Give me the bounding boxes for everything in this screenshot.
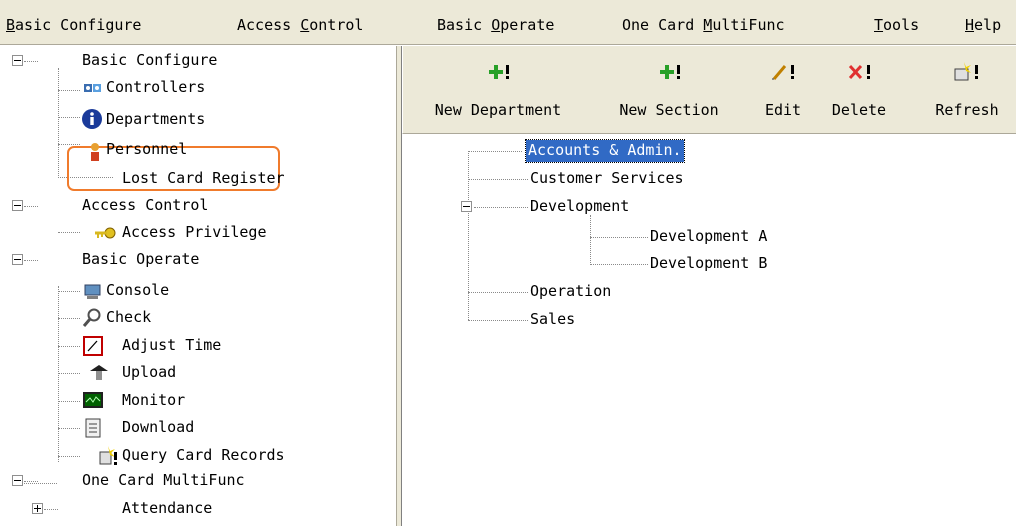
dept-node-operation[interactable]: Operation xyxy=(528,281,613,303)
department-tree: Accounts & Admin. Customer Services Deve… xyxy=(402,135,1016,526)
info-icon xyxy=(82,109,102,129)
menu-help[interactable]: Help xyxy=(965,15,1001,35)
tree-label: Controllers xyxy=(106,78,206,96)
toolbar: New Department New Section Edit Delete R… xyxy=(402,46,1016,134)
tree-node-lost-card-register[interactable]: Lost Card Register xyxy=(0,168,396,195)
delete-button[interactable]: Delete xyxy=(819,48,899,132)
tree-label: Console xyxy=(106,281,170,299)
tree-node-console[interactable]: Console xyxy=(0,277,396,304)
menu-one-card-multifunc[interactable]: One Card MultiFunc xyxy=(622,15,785,35)
collapse-toggle[interactable] xyxy=(12,200,23,211)
dept-node-development-b[interactable]: Development B xyxy=(648,253,769,275)
query-records-icon xyxy=(99,446,117,465)
tree-node-query-card-records[interactable]: Query Card Records xyxy=(0,442,396,469)
tree-node-monitor[interactable]: Monitor xyxy=(0,387,396,414)
dept-node-development-a[interactable]: Development A xyxy=(648,226,769,248)
tree-label: Check xyxy=(106,308,152,326)
tree-connector xyxy=(24,206,38,207)
toolbar-label: Delete xyxy=(831,101,887,119)
collapse-toggle[interactable] xyxy=(12,475,23,486)
tree-connector xyxy=(24,61,38,62)
application-window: Basic Configure Access Control Basic Ope… xyxy=(0,0,1016,526)
upload-icon xyxy=(90,365,108,380)
menu-access-control[interactable]: Access Control xyxy=(237,15,363,35)
tree-node-access-privilege[interactable]: Access Privilege xyxy=(0,222,396,249)
refresh-icon xyxy=(954,62,978,81)
tree-label: Query Card Records xyxy=(122,446,285,464)
tree-connector xyxy=(590,237,648,238)
tree-connector xyxy=(44,509,58,510)
download-icon xyxy=(85,418,101,438)
dept-node-sales[interactable]: Sales xyxy=(528,309,577,331)
tree-connector xyxy=(468,151,522,152)
add-icon xyxy=(489,65,509,79)
toolbar-label: New Department xyxy=(434,101,562,119)
tree-node-controllers[interactable]: Controllers xyxy=(0,77,396,104)
tree-connector xyxy=(468,292,528,293)
tree-label: Lost Card Register xyxy=(122,169,285,187)
tree-label: Upload xyxy=(122,363,177,381)
tree-label: Monitor xyxy=(122,391,186,409)
collapse-toggle[interactable] xyxy=(12,254,23,265)
tree-label: Access Privilege xyxy=(122,223,267,241)
tree-node-access-control[interactable]: Access Control xyxy=(0,195,396,222)
toolbar-label: New Section xyxy=(619,101,719,119)
tree-label: Adjust Time xyxy=(122,336,222,354)
tree-label: Personnel xyxy=(106,140,188,158)
dept-node-accounts-admin[interactable]: Accounts & Admin. xyxy=(525,139,685,163)
edit-button[interactable]: Edit xyxy=(753,48,813,132)
expand-toggle[interactable] xyxy=(32,503,43,514)
monitor-icon xyxy=(83,392,103,408)
tree-node-adjust-time[interactable]: Adjust Time xyxy=(0,332,396,359)
new-section-button[interactable]: New Section xyxy=(589,48,749,132)
tree-node-basic-operate[interactable]: Basic Operate xyxy=(0,249,396,276)
tree-connector xyxy=(468,151,469,320)
collapse-toggle[interactable] xyxy=(461,201,472,212)
new-department-button[interactable]: New Department xyxy=(413,48,583,132)
departments-panel: New Department New Section Edit Delete R… xyxy=(402,46,1016,526)
tree-label: Departments xyxy=(106,110,206,128)
tree-connector xyxy=(468,179,528,180)
toolbar-label: Refresh xyxy=(935,101,999,119)
collapse-toggle[interactable] xyxy=(12,55,23,66)
refresh-button[interactable]: Refresh xyxy=(921,48,1013,132)
tree-label: Attendance xyxy=(122,499,213,517)
tree-connector xyxy=(24,260,38,261)
menu-tools[interactable]: Tools xyxy=(874,15,919,35)
edit-icon xyxy=(772,65,794,80)
menu-basic-operate[interactable]: Basic Operate xyxy=(437,15,554,35)
tree-connector xyxy=(590,264,648,265)
tree-label: Access Control xyxy=(82,196,209,214)
tree-label: Basic Operate xyxy=(82,250,200,268)
controllers-icon xyxy=(84,84,101,92)
tree-connector xyxy=(590,215,591,265)
tree-node-attendance[interactable]: Attendance xyxy=(0,498,396,525)
key-icon xyxy=(95,227,116,239)
tree-node-upload[interactable]: Upload xyxy=(0,359,396,386)
menu-bar: Basic Configure Access Control Basic Ope… xyxy=(0,0,1016,45)
delete-icon xyxy=(848,64,870,80)
tree-connector xyxy=(24,481,38,482)
tree-node-personnel[interactable]: Personnel xyxy=(0,140,396,170)
person-icon xyxy=(91,143,99,161)
tree-node-one-card-multifunc[interactable]: One Card MultiFunc xyxy=(0,470,396,497)
tree-label: Basic Configure xyxy=(82,51,218,69)
dept-node-development[interactable]: Development xyxy=(528,196,631,218)
tree-label: Download xyxy=(122,418,195,436)
tree-connector xyxy=(474,207,528,208)
tree-connector xyxy=(468,320,528,321)
magnifier-icon xyxy=(82,308,101,327)
tree-node-departments[interactable]: Departments xyxy=(0,104,396,131)
navigation-tree: Basic Configure Controllers Departments … xyxy=(0,46,396,526)
add-icon xyxy=(660,65,680,79)
clock-icon xyxy=(83,336,103,356)
menu-basic-configure[interactable]: Basic Configure xyxy=(6,15,141,35)
dept-node-customer-services[interactable]: Customer Services xyxy=(528,168,686,190)
toolbar-label: Edit xyxy=(764,101,802,119)
tree-node-basic-configure[interactable]: Basic Configure xyxy=(0,50,396,77)
console-icon xyxy=(84,284,101,299)
tree-label: One Card MultiFunc xyxy=(82,471,245,489)
tree-node-check[interactable]: Check xyxy=(0,304,396,331)
tree-node-download[interactable]: Download xyxy=(0,414,396,441)
